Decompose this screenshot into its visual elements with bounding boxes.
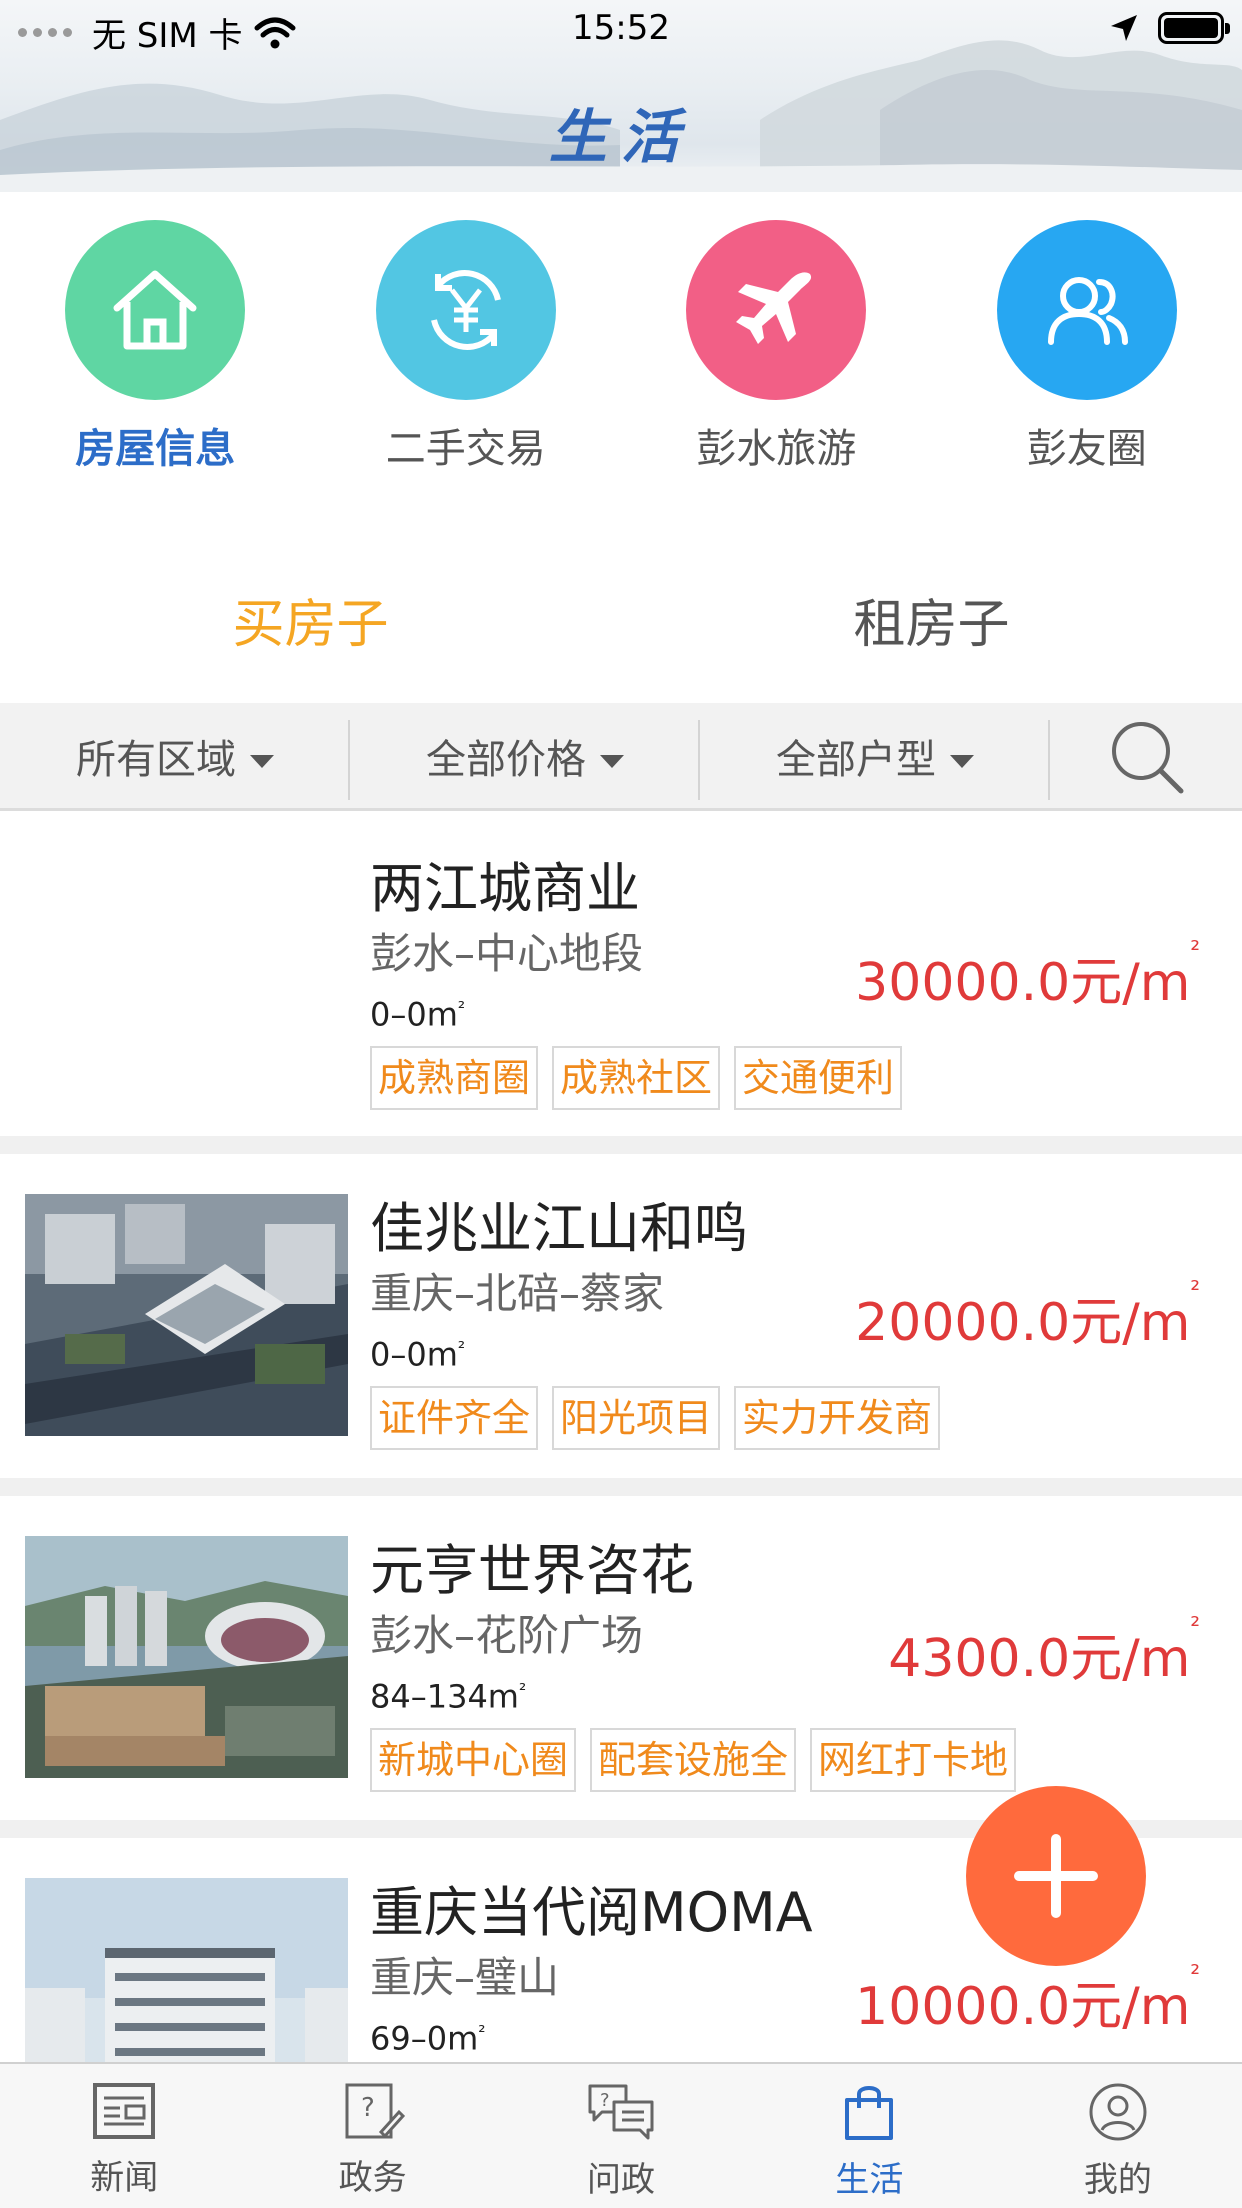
nav-label: 新闻: [90, 2158, 159, 2198]
tab-rent-house[interactable]: 租房子: [621, 580, 1242, 690]
battery-icon: [1158, 12, 1230, 44]
listing-tags: 成熟商圈 成熟社区 交通便利: [370, 1045, 903, 1110]
page-title: 生活: [548, 103, 693, 171]
listing-price: 10000.0元/m²: [855, 1960, 1200, 2037]
listing-tag: 实力开发商: [734, 1385, 941, 1450]
caret-down-icon: [250, 755, 274, 768]
yuan-exchange-icon: [375, 220, 556, 400]
profile-icon: [1089, 2083, 1147, 2141]
nav-government[interactable]: ? 政务: [248, 2064, 496, 2208]
status-time: 15:52: [572, 8, 670, 48]
listing-area: 0–0m²: [370, 995, 466, 1034]
listing-location: 重庆–璧山: [370, 1953, 560, 2002]
listing-item[interactable]: 两江城商业 彭水–中心地段 0–0m² 成熟商圈 成熟社区 交通便利 30000…: [0, 814, 1242, 1154]
listing-tag: 新城中心圈: [370, 1727, 577, 1792]
house-icon: [65, 220, 246, 400]
airplane-icon: [686, 220, 867, 400]
category-second-hand[interactable]: 二手交易: [311, 220, 622, 474]
nav-profile[interactable]: 我的: [994, 2064, 1242, 2208]
listing-area: 69–0m²: [370, 2019, 486, 2058]
listing-tag: 阳光项目: [552, 1385, 721, 1450]
news-icon: [93, 2083, 156, 2139]
caret-down-icon: [950, 755, 974, 768]
svg-text:?: ?: [600, 2090, 610, 2111]
nav-life[interactable]: 生活: [745, 2064, 993, 2208]
filter-region-label: 所有区域: [76, 736, 236, 783]
plus-icon: [1014, 1834, 1098, 1918]
listing-name: 元亨世界咨花: [370, 1539, 694, 1602]
listing-location: 彭水–中心地段: [370, 929, 644, 978]
filter-price-label: 全部价格: [426, 736, 586, 783]
filter-price-dropdown[interactable]: 全部价格: [350, 702, 700, 810]
listing-item[interactable]: 佳兆业江山和鸣 重庆–北碚–蔡家 0–0m² 证件齐全 阳光项目 实力开发商 2…: [0, 1154, 1242, 1496]
listing-tags: 证件齐全 阳光项目 实力开发商: [370, 1385, 941, 1450]
listing-price: 4300.0元/m²: [888, 1612, 1200, 1689]
category-label: 彭友圈: [1026, 426, 1147, 472]
listing-tag: 成熟社区: [552, 1045, 721, 1110]
add-listing-button[interactable]: [966, 1786, 1146, 1966]
buy-rent-tabs: 买房子 租房子: [0, 580, 1242, 690]
listing-name: 佳兆业江山和鸣: [370, 1197, 748, 1260]
listing-photo: [25, 1194, 348, 1436]
category-row: 房屋信息 二手交易 彭水旅游 彭友圈: [0, 220, 1242, 474]
search-button[interactable]: [1050, 702, 1242, 810]
location-arrow-icon: [1111, 15, 1137, 41]
category-house-info[interactable]: 房屋信息: [0, 220, 311, 474]
listing-tag: 配套设施全: [590, 1727, 797, 1792]
tab-buy-house[interactable]: 买房子: [0, 580, 621, 690]
people-icon: [996, 220, 1177, 400]
category-label: 二手交易: [385, 426, 546, 472]
category-friends[interactable]: 彭友圈: [932, 220, 1242, 474]
filter-layout-dropdown[interactable]: 全部户型: [700, 702, 1050, 810]
listing-name: 两江城商业: [370, 857, 640, 920]
listing-tags: 新城中心圈 配套设施全 网红打卡地: [370, 1727, 1017, 1792]
nav-news[interactable]: 新闻: [0, 2064, 248, 2208]
nav-label: 问政: [587, 2160, 656, 2200]
listing-name: 重庆当代阅MOMA: [370, 1881, 813, 1944]
header: 无 SIM 卡 15:52 生活: [0, 0, 1242, 192]
nav-label: 政务: [338, 2158, 407, 2198]
listing-price: 30000.0元/m²: [855, 936, 1200, 1013]
government-icon: ?: [345, 2083, 405, 2139]
inquiry-icon: ?: [588, 2084, 654, 2140]
svg-text:?: ?: [361, 2093, 375, 2123]
listing-tag: 成熟商圈: [370, 1045, 539, 1110]
caret-down-icon: [600, 755, 624, 768]
filter-layout-label: 全部户型: [776, 736, 936, 783]
listing-tag: 交通便利: [734, 1045, 903, 1110]
filter-region-dropdown[interactable]: 所有区域: [0, 702, 350, 810]
bottom-navigation: 新闻 ? 政务 ? 问政 生活 我的: [0, 2062, 1242, 2208]
listing-price: 20000.0元/m²: [855, 1276, 1200, 1353]
category-label: 房屋信息: [75, 426, 236, 472]
search-icon: [1112, 721, 1184, 793]
nav-inquiry[interactable]: ? 问政: [497, 2064, 745, 2208]
shopping-bag-icon: [845, 2086, 894, 2140]
filter-bar: 所有区域 全部价格 全部户型: [0, 703, 1242, 811]
listing-tag: 证件齐全: [370, 1385, 539, 1450]
category-label: 彭水旅游: [696, 426, 857, 472]
listing-tag: 网红打卡地: [810, 1727, 1017, 1792]
nav-label: 我的: [1083, 2160, 1152, 2200]
nav-label: 生活: [835, 2160, 904, 2200]
listing-photo: [25, 1536, 348, 1778]
category-tourism[interactable]: 彭水旅游: [621, 220, 932, 474]
